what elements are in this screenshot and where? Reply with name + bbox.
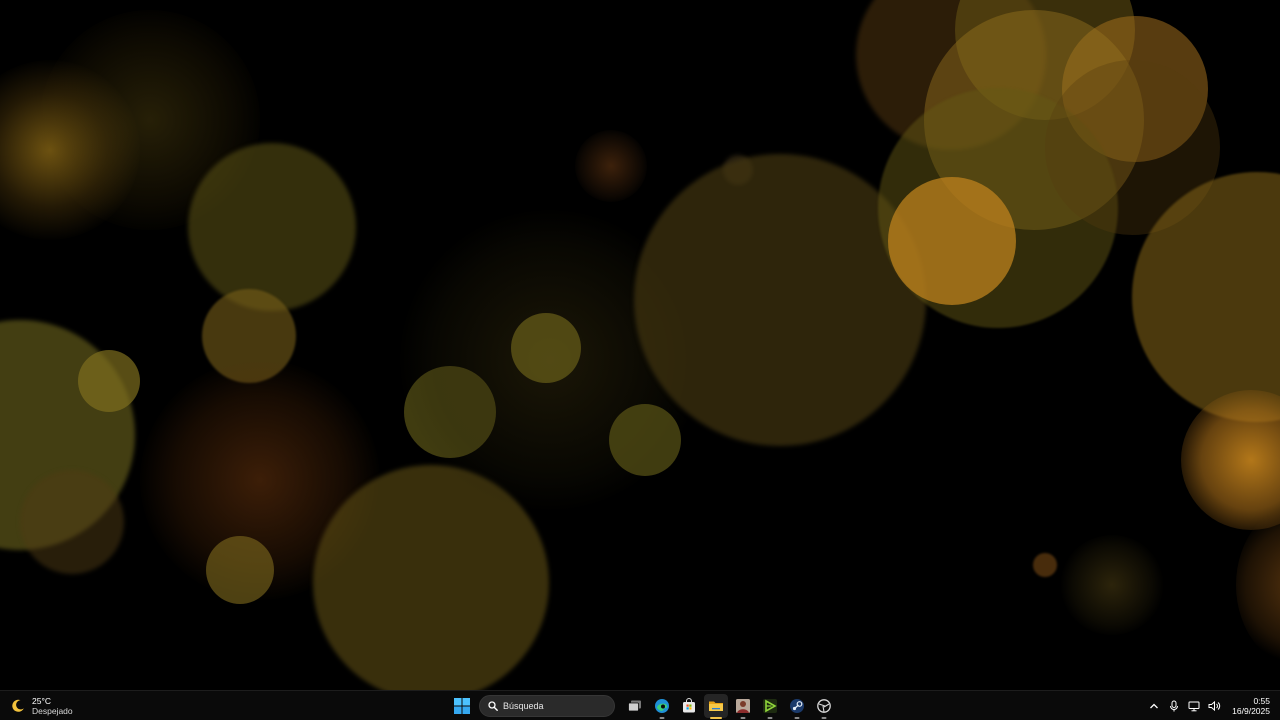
search-placeholder: Búsqueda [503, 701, 544, 711]
taskbar-app-file-explorer[interactable] [703, 694, 728, 719]
clock-button[interactable]: 0:55 16/9/2025 [1232, 696, 1270, 716]
bokeh-light [1033, 553, 1057, 577]
weather-temperature: 25°C [32, 696, 51, 706]
taskbar-app-media[interactable] [758, 694, 782, 719]
task-view-button[interactable] [623, 694, 647, 718]
microsoft-store-icon [682, 698, 695, 713]
circular-app-icon [816, 699, 831, 713]
volume-icon [1208, 700, 1220, 712]
photo-app-icon [735, 699, 750, 713]
active-indicator [709, 717, 722, 719]
moon-icon [12, 699, 24, 712]
windows-start-icon [453, 698, 470, 714]
chevron-up-icon [1150, 703, 1159, 709]
start-button[interactable] [450, 694, 474, 718]
running-indicator [821, 717, 826, 719]
system-tray: 0:55 16/9/2025 [1144, 694, 1270, 718]
taskbar-app-steam[interactable] [785, 694, 809, 719]
running-indicator [740, 717, 745, 719]
network-button[interactable] [1186, 698, 1202, 714]
bokeh-light [511, 313, 581, 383]
bokeh-light [188, 143, 356, 311]
bokeh-light [888, 177, 1016, 305]
bokeh-light [20, 470, 124, 574]
folder-icon [708, 701, 723, 711]
clock-date: 16/9/2025 [1232, 706, 1270, 716]
steam-icon [789, 699, 804, 713]
bokeh-light [206, 536, 274, 604]
taskbar-app-photo[interactable] [731, 694, 755, 719]
weather-widget[interactable]: 25°C Despejado [10, 695, 73, 717]
bokeh-light [575, 130, 647, 202]
volume-button[interactable] [1206, 698, 1222, 714]
taskbar-app-circular[interactable] [812, 694, 836, 719]
running-indicator [659, 717, 664, 719]
taskbar-app-edge[interactable] [650, 694, 674, 719]
taskbar-center: Búsqueda [448, 693, 837, 719]
running-indicator [794, 717, 799, 719]
taskbar: 25°C Despejado Búsqueda 0:55 16/9/2025 [0, 690, 1280, 720]
microphone-icon [1170, 700, 1179, 712]
task-view-icon [627, 700, 641, 712]
microphone-button[interactable] [1166, 698, 1182, 714]
bokeh-light [78, 350, 140, 412]
search-input[interactable]: Búsqueda [479, 695, 615, 717]
weather-condition: Despejado [32, 706, 73, 716]
network-icon [1188, 701, 1200, 712]
taskbar-app-store[interactable] [677, 694, 701, 718]
green-play-icon [762, 699, 777, 713]
desktop-wallpaper[interactable] [0, 0, 1280, 690]
running-indicator [767, 717, 772, 719]
show-hidden-icons-button[interactable] [1146, 698, 1162, 714]
clock-time: 0:55 [1253, 696, 1270, 706]
bokeh-light [1060, 535, 1164, 635]
edge-icon [654, 699, 669, 713]
bokeh-light [609, 404, 681, 476]
search-icon [488, 701, 498, 711]
bokeh-light [1181, 390, 1280, 530]
